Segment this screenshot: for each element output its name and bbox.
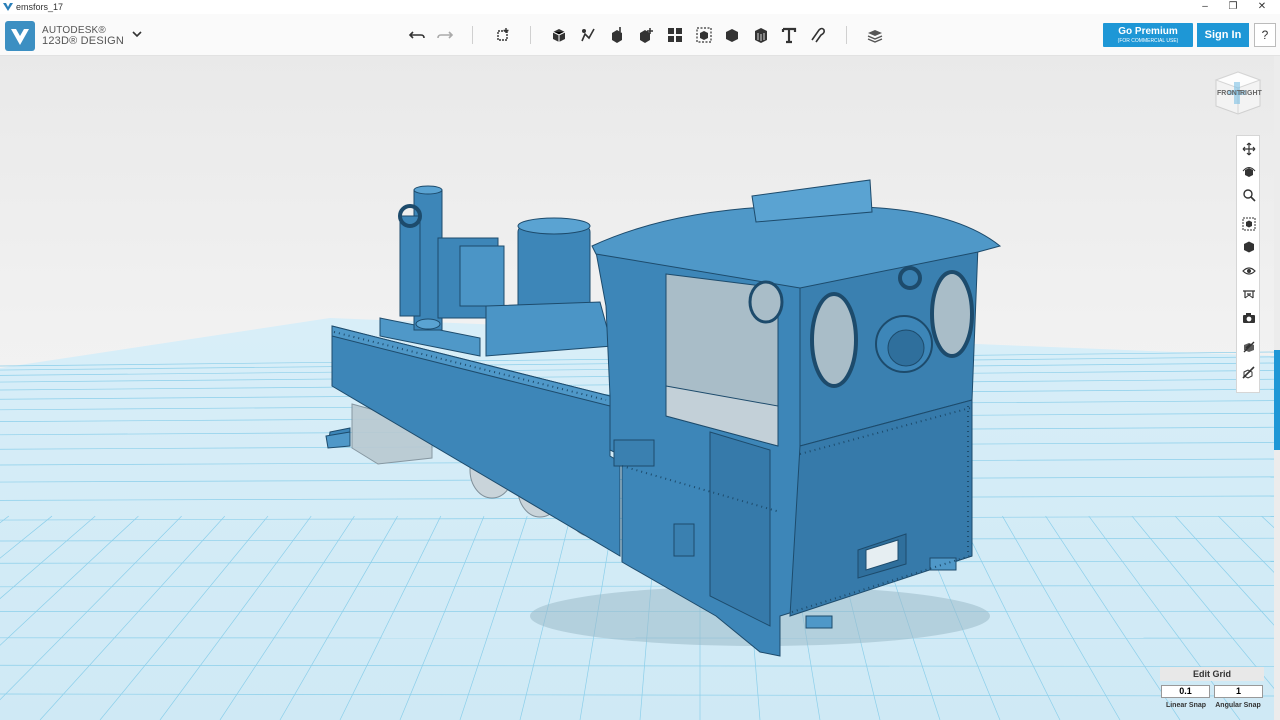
pan-icon[interactable] [1240, 140, 1258, 158]
modify-icon[interactable] [635, 24, 657, 46]
viewport-scrollbar[interactable] [1274, 56, 1280, 720]
scrollbar-thumb[interactable] [1274, 350, 1280, 450]
zoom-icon[interactable] [1240, 186, 1258, 204]
measure-icon[interactable] [750, 24, 772, 46]
view-cube-icon[interactable] [1240, 238, 1258, 256]
material-icon[interactable] [864, 24, 886, 46]
go-premium-sublabel: (FOR COMMERCIAL USE) [1117, 38, 1179, 44]
go-premium-button[interactable]: Go Premium (FOR COMMERCIAL USE) [1103, 23, 1193, 47]
snap-icon[interactable] [807, 24, 829, 46]
text-icon[interactable] [778, 24, 800, 46]
sign-in-button[interactable]: Sign In [1197, 23, 1249, 47]
sketch-icon[interactable] [577, 24, 599, 46]
material-display-icon[interactable] [1240, 285, 1258, 303]
app-logo-icon [3, 3, 13, 11]
navigation-bar [1236, 135, 1260, 393]
scene-canvas[interactable] [0, 56, 1274, 720]
brand-name: AUTODESK® 123D® DESIGN [42, 25, 124, 47]
window-title-bar: emsfors_17 – ❐ ✕ [0, 0, 1280, 14]
camera-icon[interactable] [1240, 309, 1258, 327]
view-cube[interactable]: FRONT RIGHT [1212, 68, 1264, 118]
close-button[interactable]: ✕ [1247, 0, 1277, 14]
primitives-icon[interactable] [548, 24, 570, 46]
combine-icon[interactable] [721, 24, 743, 46]
orbit-icon[interactable] [1240, 163, 1258, 181]
minimize-button[interactable]: – [1190, 0, 1220, 14]
angular-snap-label: Angular Snap [1215, 702, 1261, 709]
3d-viewport[interactable] [0, 56, 1274, 720]
window-title: emsfors_17 [16, 2, 64, 12]
edit-grid-button[interactable]: Edit Grid [1160, 667, 1264, 681]
snap-grid-icon[interactable] [1240, 338, 1258, 356]
view-cube-front-label[interactable]: FRONT [1217, 90, 1241, 97]
go-premium-label: Go Premium [1118, 26, 1178, 37]
app-menu-logo-icon[interactable] [5, 21, 35, 51]
maximize-button[interactable]: ❐ [1218, 0, 1248, 14]
fit-icon[interactable] [1240, 215, 1258, 233]
ruler-icon[interactable] [1240, 364, 1258, 382]
linear-snap-label: Linear Snap [1165, 702, 1207, 709]
undo-icon[interactable] [406, 24, 428, 46]
visibility-icon[interactable] [1240, 262, 1258, 280]
chevron-down-icon[interactable] [130, 27, 144, 41]
pattern-icon[interactable] [664, 24, 686, 46]
angular-snap-field[interactable]: 1 [1214, 685, 1263, 698]
help-button[interactable]: ? [1254, 23, 1276, 47]
grouping-icon[interactable] [693, 24, 715, 46]
brand-product: 123D® DESIGN [42, 35, 125, 47]
linear-snap-field[interactable]: 0.1 [1161, 685, 1210, 698]
transform-icon[interactable] [492, 24, 514, 46]
main-toolbar: AUTODESK® 123D® DESIGN Go Premium (FOR C… [0, 14, 1280, 56]
view-cube-right-label[interactable]: RIGHT [1240, 90, 1262, 97]
construct-icon[interactable] [606, 24, 628, 46]
redo-icon[interactable] [434, 24, 456, 46]
grid-panel: Edit Grid 0.1 1 Linear Snap Angular Snap [1160, 667, 1264, 717]
